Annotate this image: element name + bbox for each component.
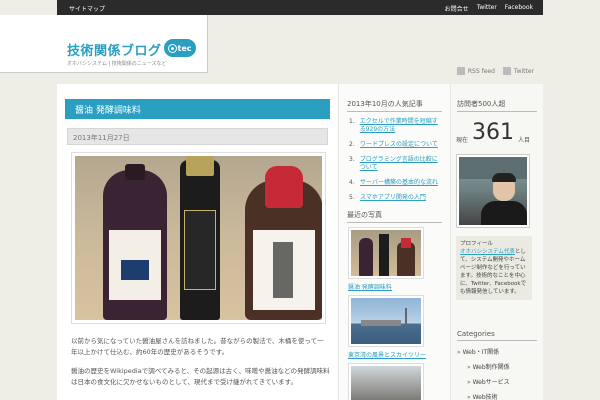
category-item[interactable]: Web技術	[467, 392, 537, 400]
post-body: 以前から気になっていた醤油屋さんを訪ねました。昔ながらの製法で、木桶を使って一年…	[71, 336, 330, 396]
recent-thumbnail[interactable]	[348, 227, 424, 279]
rss-icon	[456, 67, 465, 75]
feed-links: RSS feed Twitter	[456, 67, 534, 75]
top-bar: サイトマップ お問合せ Twitter Facebook	[57, 0, 543, 15]
profile-link[interactable]: オホバシシステム代表	[460, 249, 515, 255]
list-item[interactable]: 1. エクセルで作業時間を短縮する929の方法	[349, 118, 442, 134]
profile-text: として、システム開発やホームページ制作などを行っています。技術的なことを中心に、…	[460, 249, 527, 295]
list-item[interactable]: 2. ワードプレスの設定について	[349, 141, 442, 149]
contact-link[interactable]: お問合せ	[445, 4, 469, 13]
twitter-icon	[502, 67, 511, 75]
rss-feed-link[interactable]: RSS feed	[456, 67, 495, 75]
recent-title: 最近の写真	[347, 210, 442, 223]
bottle-image	[180, 156, 220, 320]
twitter-feed-link[interactable]: Twitter	[502, 67, 534, 75]
recent-caption[interactable]: 醤油 発酵調味料	[348, 282, 442, 291]
bottle-image	[103, 164, 167, 320]
ranking-title: 2013年10月の人気記事	[347, 99, 442, 112]
tec-badge: tec	[164, 39, 196, 57]
post-date: 2013年11月27日	[67, 128, 328, 145]
list-item[interactable]: 4. サーバー構築の基本的な流れ	[349, 179, 442, 187]
facebook-link[interactable]: Facebook	[505, 4, 533, 13]
sitemap-link[interactable]: サイトマップ	[69, 4, 105, 13]
site-logo[interactable]: 技術関係ブログ オホバシシステム | 技術関係のニュースなど tec	[0, 15, 208, 73]
recent-thumbnail[interactable]	[348, 363, 424, 400]
ranking-list: 1. エクセルで作業時間を短縮する929の方法 2. ワードプレスの設定について 3…	[349, 118, 442, 202]
site-title[interactable]: 技術関係ブログ	[67, 40, 162, 59]
list-item[interactable]: 3. プログラミング言語の比較について	[349, 156, 442, 172]
twitter-link[interactable]: Twitter	[477, 4, 497, 13]
profile-heading: プロフィール	[460, 241, 493, 247]
post-photo	[71, 152, 326, 324]
main-column: 醤油 発酵調味料 2013年11月27日 以前から気になっていた醤油屋さんを訪ね…	[57, 84, 338, 400]
right-sidebar: 訪問者500人超 現在 361 人目 プロフィール オホバシシステム代表として、…	[451, 84, 543, 400]
profile-box: プロフィール オホバシシステム代表として、システム開発やホームページ制作などを行…	[456, 236, 532, 300]
content-panel: 醤油 発酵調味料 2013年11月27日 以前から気になっていた醤油屋さんを訪ね…	[57, 84, 543, 400]
top-links: お問合せ Twitter Facebook	[445, 4, 533, 13]
post-title[interactable]: 醤油 発酵調味料	[65, 99, 330, 119]
avatar	[456, 154, 530, 228]
category-item[interactable]: Webサービス	[467, 377, 537, 386]
recent-thumbnail[interactable]	[348, 295, 424, 347]
categories-widget: Categories Web・IT関係 Web制作関係 Webサービス Web技…	[457, 330, 537, 400]
recent-caption[interactable]: 東京湾の風景とスカイツリー	[348, 350, 442, 359]
visitor-count: 361	[472, 120, 515, 145]
list-item[interactable]: 5. スマホアプリ開発の入門	[349, 194, 442, 202]
site-tagline: オホバシシステム | 技術関係のニュースなど	[67, 61, 167, 67]
category-item[interactable]: Web制作関係	[467, 362, 537, 371]
category-item[interactable]: Web・IT関係	[457, 347, 537, 356]
visitor-title: 訪問者500人超	[457, 99, 537, 112]
categories-title: Categories	[457, 330, 537, 341]
middle-sidebar: 2013年10月の人気記事 1. エクセルで作業時間を短縮する929の方法 2. ワ…	[338, 84, 451, 400]
post-paragraph: 以前から気になっていた醤油屋さんを訪ねました。昔ながらの製法で、木桶を使って一年…	[71, 337, 324, 356]
bottle-image	[245, 166, 322, 320]
post-paragraph: 醤油の歴史をWikipediaで調べてみると、その起源は古く、味噌や醤油などの発…	[71, 367, 330, 386]
gear-icon	[168, 44, 176, 52]
visitor-counter: 現在 361 人目	[456, 120, 531, 145]
